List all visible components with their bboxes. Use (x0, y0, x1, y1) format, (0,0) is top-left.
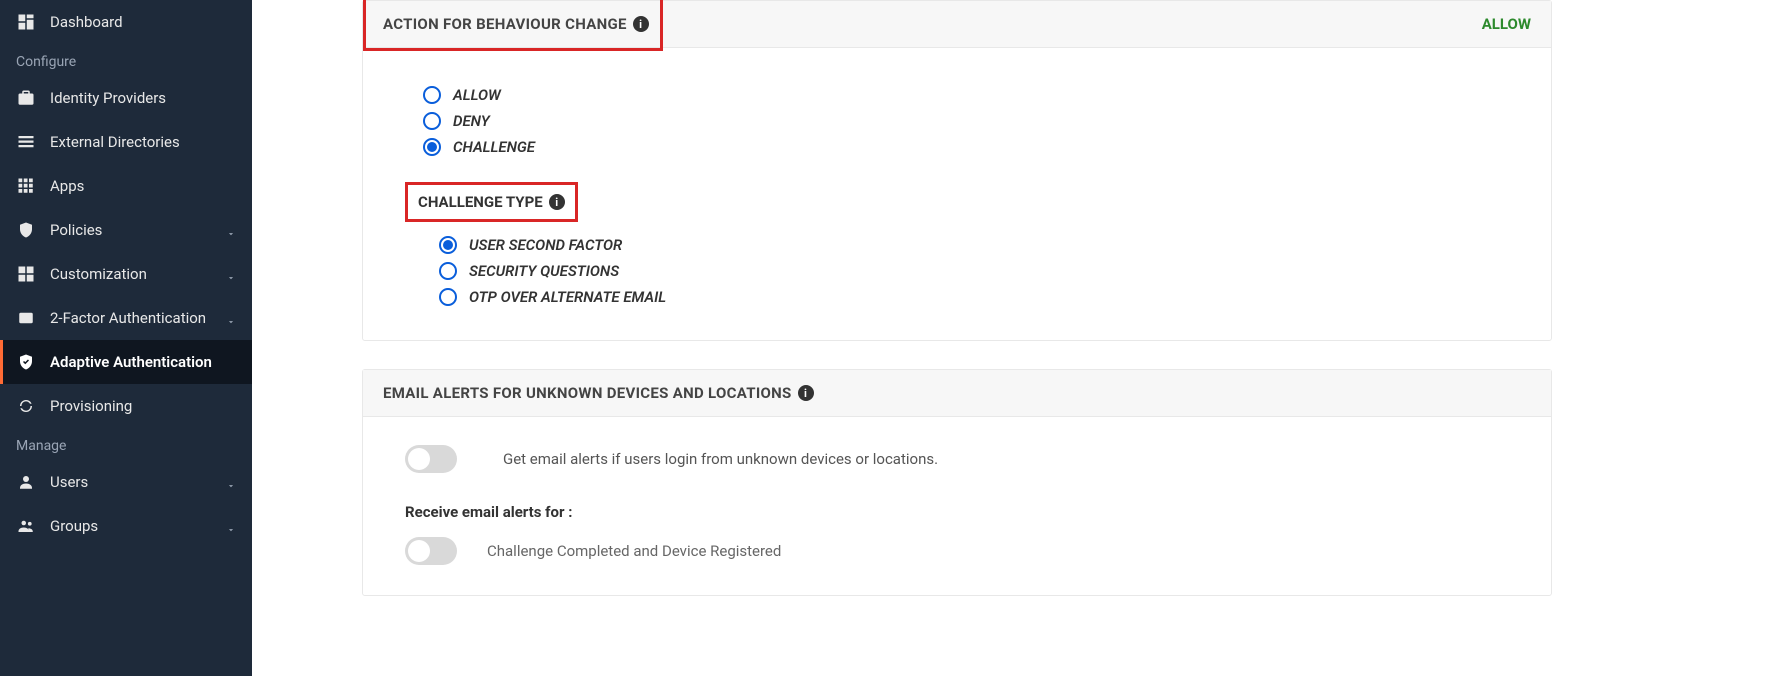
info-icon[interactable]: i (633, 16, 649, 32)
toggle-knob (408, 448, 430, 470)
radio-security-questions[interactable]: SECURITY QUESTIONS (439, 258, 1521, 284)
chevron-down-icon (226, 313, 236, 323)
sidebar-item-label: Adaptive Authentication (50, 353, 212, 371)
main-content: ACTION FOR BEHAVIOUR CHANGE i ALLOW ALLO… (252, 0, 1792, 676)
id-card-icon (16, 88, 36, 108)
radio-label: ALLOW (453, 86, 501, 104)
radio-label: DENY (453, 112, 490, 130)
radio-label: USER SECOND FACTOR (469, 236, 622, 254)
dashboard-icon (16, 12, 36, 32)
challenge-type-title: CHALLENGE TYPE (418, 193, 543, 211)
sidebar-item-label: Apps (50, 177, 84, 195)
sidebar-item-provisioning[interactable]: Provisioning (0, 384, 252, 428)
sidebar-item-label: Identity Providers (50, 89, 166, 107)
toggle-challenge-completed[interactable] (405, 537, 457, 565)
radio-label: SECURITY QUESTIONS (469, 262, 619, 280)
sidebar-item-customization[interactable]: Customization (0, 252, 252, 296)
sidebar-item-label: Customization (50, 265, 147, 283)
shield-check-icon (16, 352, 36, 372)
radio-label: CHALLENGE (453, 138, 535, 156)
status-allow: ALLOW (1482, 15, 1531, 33)
sidebar-section-configure: Configure (0, 44, 252, 76)
radio-otp-alternate-email[interactable]: OTP OVER ALTERNATE EMAIL (439, 284, 1521, 310)
radio-label: OTP OVER ALTERNATE EMAIL (469, 288, 666, 306)
toggle-knob (408, 540, 430, 562)
sidebar-item-label: Provisioning (50, 397, 132, 415)
radio-icon (439, 262, 457, 280)
sidebar-item-external-directories[interactable]: External Directories (0, 120, 252, 164)
panel-header: EMAIL ALERTS FOR UNKNOWN DEVICES AND LOC… (363, 370, 1551, 417)
sidebar-item-label: Dashboard (50, 13, 123, 31)
radio-icon (423, 138, 441, 156)
sidebar-item-policies[interactable]: Policies (0, 208, 252, 252)
list-icon (16, 132, 36, 152)
sidebar-item-label: External Directories (50, 133, 180, 151)
user-icon (16, 472, 36, 492)
receive-alerts-heading: Receive email alerts for : (405, 503, 1521, 521)
toggle-description: Challenge Completed and Device Registere… (487, 542, 781, 560)
chevron-down-icon (226, 521, 236, 531)
toggle-email-alerts[interactable] (405, 445, 457, 473)
keypad-icon (16, 308, 36, 328)
radio-icon (439, 236, 457, 254)
radio-deny[interactable]: DENY (423, 108, 1521, 134)
sidebar-item-label: 2-Factor Authentication (50, 309, 206, 327)
highlight-box: CHALLENGE TYPE i (405, 182, 578, 222)
sidebar-item-adaptive-auth[interactable]: Adaptive Authentication (0, 340, 252, 384)
radio-group-challenge-type: USER SECOND FACTOR SECURITY QUESTIONS OT… (439, 232, 1521, 310)
shield-icon (16, 220, 36, 240)
sidebar-item-label: Policies (50, 221, 102, 239)
radio-icon (439, 288, 457, 306)
chevron-down-icon (226, 269, 236, 279)
radio-allow[interactable]: ALLOW (423, 82, 1521, 108)
sync-icon (16, 396, 36, 416)
radio-challenge[interactable]: CHALLENGE (423, 134, 1521, 160)
info-icon[interactable]: i (798, 385, 814, 401)
radio-group-action: ALLOW DENY CHALLENGE (423, 82, 1521, 160)
sidebar-item-groups[interactable]: Groups (0, 504, 252, 548)
panel-title-text: ACTION FOR BEHAVIOUR CHANGE (383, 15, 627, 33)
challenge-type-heading: CHALLENGE TYPE i (405, 182, 1521, 222)
sidebar-item-label: Users (50, 473, 88, 491)
sidebar-item-label: Groups (50, 517, 98, 535)
puzzle-icon (16, 264, 36, 284)
info-icon[interactable]: i (549, 194, 565, 210)
sidebar-item-dashboard[interactable]: Dashboard (0, 0, 252, 44)
radio-user-second-factor[interactable]: USER SECOND FACTOR (439, 232, 1521, 258)
sidebar-section-manage: Manage (0, 428, 252, 460)
chevron-down-icon (226, 225, 236, 235)
panel-action-behaviour: ACTION FOR BEHAVIOUR CHANGE i ALLOW ALLO… (362, 0, 1552, 341)
radio-icon (423, 86, 441, 104)
sidebar-item-users[interactable]: Users (0, 460, 252, 504)
radio-icon (423, 112, 441, 130)
panel-body: Get email alerts if users login from unk… (363, 417, 1551, 595)
chevron-down-icon (226, 477, 236, 487)
panel-body: ALLOW DENY CHALLENGE CHALLENGE TYPE i (363, 48, 1551, 340)
grid-icon (16, 176, 36, 196)
panel-title-text: EMAIL ALERTS FOR UNKNOWN DEVICES AND LOC… (383, 384, 792, 402)
toggle-description: Get email alerts if users login from unk… (503, 450, 938, 468)
group-icon (16, 516, 36, 536)
sidebar-item-2fa[interactable]: 2-Factor Authentication (0, 296, 252, 340)
panel-header: ACTION FOR BEHAVIOUR CHANGE i ALLOW (363, 1, 1551, 48)
sidebar-item-identity-providers[interactable]: Identity Providers (0, 76, 252, 120)
sidebar-item-apps[interactable]: Apps (0, 164, 252, 208)
sidebar: Dashboard Configure Identity Providers E… (0, 0, 252, 676)
panel-email-alerts: EMAIL ALERTS FOR UNKNOWN DEVICES AND LOC… (362, 369, 1552, 596)
